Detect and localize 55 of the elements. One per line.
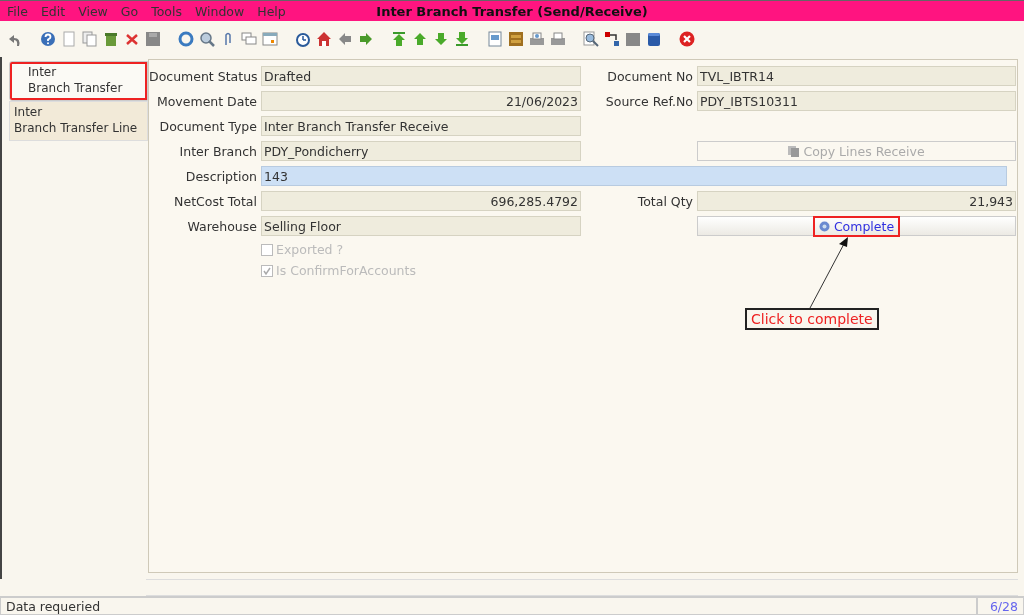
first-record-icon[interactable] <box>391 31 407 47</box>
field-label: Document No <box>606 68 694 84</box>
workflow-icon[interactable] <box>604 31 620 47</box>
pages-icon <box>788 145 800 157</box>
field-label: Movement Date <box>155 93 258 109</box>
down-arrow-icon[interactable] <box>433 31 449 47</box>
tab[interactable]: Inter Branch Transfer <box>9 61 148 101</box>
window-title: Inter Branch Transfer (Send/Receive) <box>376 3 648 19</box>
field-label: Document Type <box>158 118 258 134</box>
text-field[interactable]: Drafted <box>261 66 581 86</box>
calendar-icon[interactable] <box>262 31 278 47</box>
search-icon[interactable] <box>199 31 215 47</box>
report-icon[interactable] <box>487 31 503 47</box>
action-button[interactable]: Complete <box>697 216 1016 236</box>
field-label: Inter Branch <box>178 143 258 159</box>
record-counter: 6/28 <box>977 597 1024 615</box>
help-icon[interactable] <box>40 31 56 47</box>
field-label: NetCost Total <box>173 193 258 209</box>
home-icon[interactable] <box>316 31 332 47</box>
field-label: Total Qty <box>636 193 694 209</box>
bin-icon[interactable] <box>103 31 119 47</box>
zoom-icon[interactable] <box>583 31 599 47</box>
checkbox-square-icon <box>261 243 273 256</box>
text-field[interactable]: Inter Branch Transfer Receive <box>261 116 581 136</box>
checkbox-square-icon <box>261 264 273 277</box>
last-record-icon[interactable] <box>454 31 470 47</box>
close-icon[interactable] <box>679 31 695 47</box>
text-field[interactable]: 21/06/2023 <box>261 91 581 111</box>
archive-icon[interactable] <box>508 31 524 47</box>
save-icon[interactable] <box>145 31 161 47</box>
field-label: Description <box>184 168 258 184</box>
status-message: Data requeried <box>0 597 977 615</box>
delete-icon[interactable] <box>124 31 140 47</box>
text-field[interactable]: 143 <box>261 166 1007 186</box>
field-label: Document Status <box>149 68 259 84</box>
printer-icon[interactable] <box>550 31 566 47</box>
history-icon[interactable] <box>295 31 311 47</box>
text-field[interactable]: 21,943 <box>697 191 1016 211</box>
text-field[interactable]: Selling Floor <box>261 216 581 236</box>
copy-icon[interactable] <box>82 31 98 47</box>
up-arrow-icon[interactable] <box>412 31 428 47</box>
text-field[interactable]: PDY_IBTS10311 <box>697 91 1016 111</box>
cube-icon[interactable] <box>646 31 662 47</box>
field-label: Source Ref.No <box>604 93 694 109</box>
text-field[interactable]: 696,285.4792 <box>261 191 581 211</box>
gear-icon <box>818 220 830 232</box>
chat-icon[interactable] <box>241 31 257 47</box>
print-preview-icon[interactable] <box>529 31 545 47</box>
callout-label: Click to complete <box>745 308 879 330</box>
text-field[interactable]: PDY_Pondicherry <box>261 141 581 161</box>
forward-arrow-icon[interactable] <box>358 31 374 47</box>
tab[interactable]: Inter Branch Transfer Line <box>9 101 148 141</box>
field-label: Warehouse <box>186 218 258 234</box>
text-field[interactable]: TVL_IBTR14 <box>697 66 1016 86</box>
back-arrow-icon[interactable] <box>337 31 353 47</box>
